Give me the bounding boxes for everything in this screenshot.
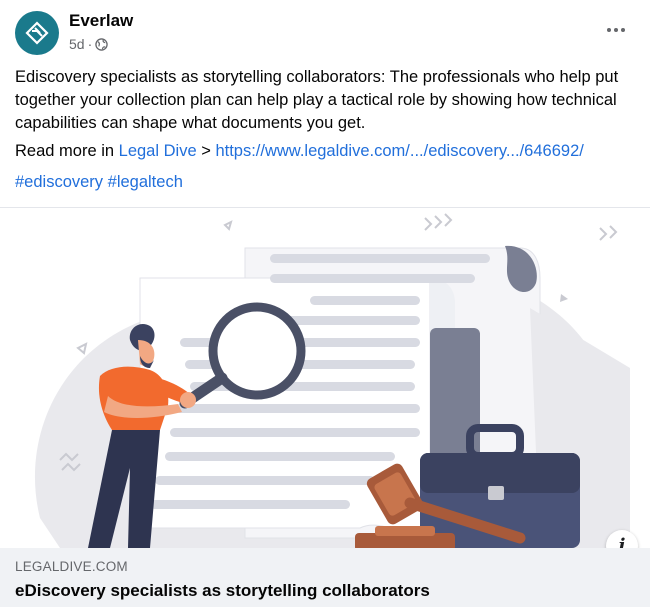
page-name[interactable]: Everlaw: [69, 11, 133, 31]
post-body: Ediscovery specialists as storytelling c…: [15, 66, 640, 135]
preview-title[interactable]: eDiscovery specialists as storytelling c…: [15, 581, 430, 601]
globe-icon[interactable]: [95, 37, 108, 51]
post-body-text: Ediscovery specialists as storytelling c…: [15, 68, 619, 132]
page-avatar[interactable]: [15, 11, 59, 55]
link-preview-card[interactable]: LEGALDIVE.COM eDiscovery specialists as …: [0, 548, 650, 607]
post-time[interactable]: 5d: [69, 36, 85, 52]
post-meta: 5d ·: [69, 36, 108, 52]
illustration-image: [34, 213, 630, 548]
post-header: Everlaw 5d ·: [0, 0, 650, 62]
source-link[interactable]: Legal Dive: [119, 142, 197, 160]
read-more-line: Read more in Legal Dive > https://www.le…: [15, 142, 584, 161]
meta-separator: ·: [87, 36, 93, 52]
preview-domain: LEGALDIVE.COM: [15, 559, 128, 574]
link-preview-image[interactable]: [0, 208, 650, 548]
more-horizontal-icon[interactable]: [596, 18, 636, 42]
article-url-link[interactable]: https://www.legaldive.com/.../ediscovery…: [215, 142, 583, 160]
read-more-arrow: >: [201, 142, 211, 160]
hashtag-link[interactable]: #ediscovery: [15, 173, 103, 191]
everlaw-logo-icon: [25, 21, 49, 45]
read-more-prefix: Read more in: [15, 142, 115, 160]
hashtag-link[interactable]: #legaltech: [108, 173, 183, 191]
hashtags: #ediscovery #legaltech: [15, 173, 183, 192]
